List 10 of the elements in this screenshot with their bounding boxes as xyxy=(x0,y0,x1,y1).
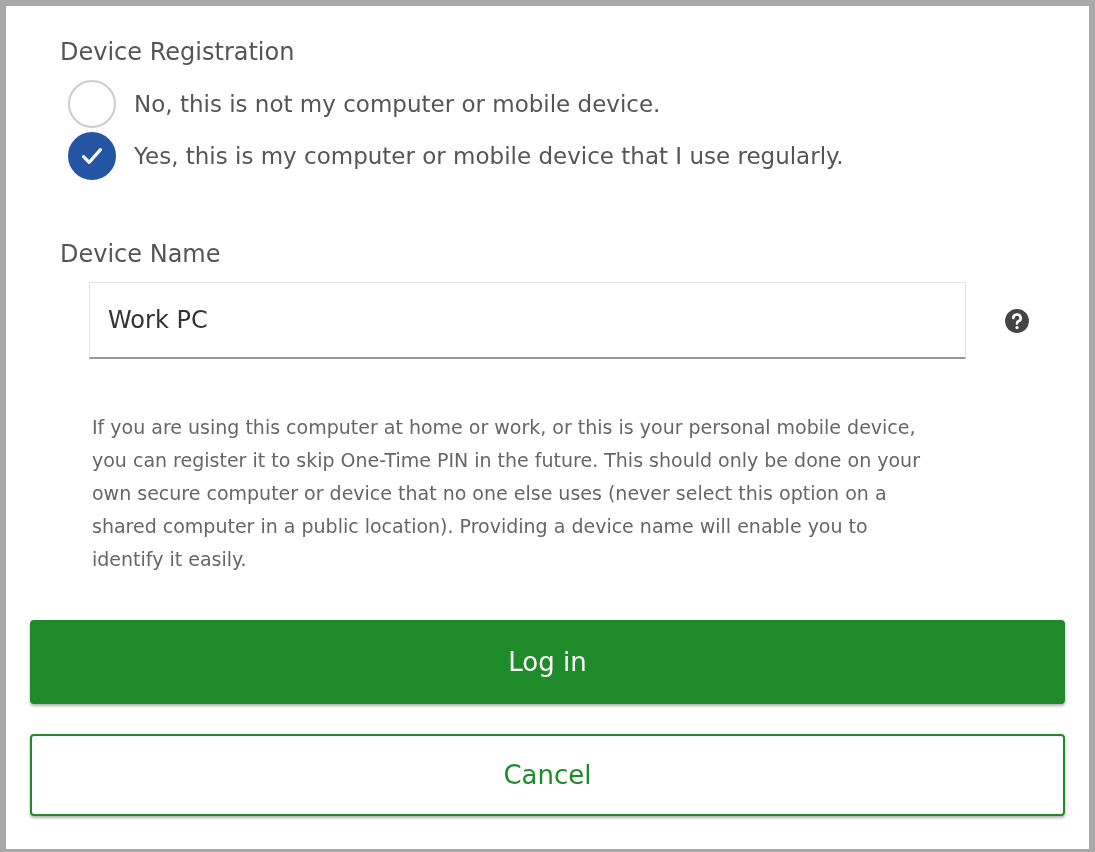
help-icon[interactable] xyxy=(1004,307,1030,334)
cancel-button[interactable]: Cancel xyxy=(30,734,1065,816)
section-heading: Device Registration xyxy=(59,37,296,68)
radio-label[interactable]: No, this is not my computer or mobile device. xyxy=(134,91,661,117)
device-name-field[interactable]: Work PC xyxy=(89,282,966,359)
login-button[interactable]: Log in xyxy=(30,620,1065,704)
radio-label[interactable]: Yes, this is my computer or mobile device that I use regularly. xyxy=(134,143,844,169)
radio-button[interactable] xyxy=(68,132,116,180)
field-label: Device Name xyxy=(59,239,222,270)
help-paragraph: If you are using this computer at home or work, or this is your personal mobile device, you can register it to skip One-Time PIN in the future. This should only be done on your own secure computer or device that no one else uses (never select this option on a shared computer in a public location). Providing a device name will enable you to identify it easily. xyxy=(92,415,921,572)
